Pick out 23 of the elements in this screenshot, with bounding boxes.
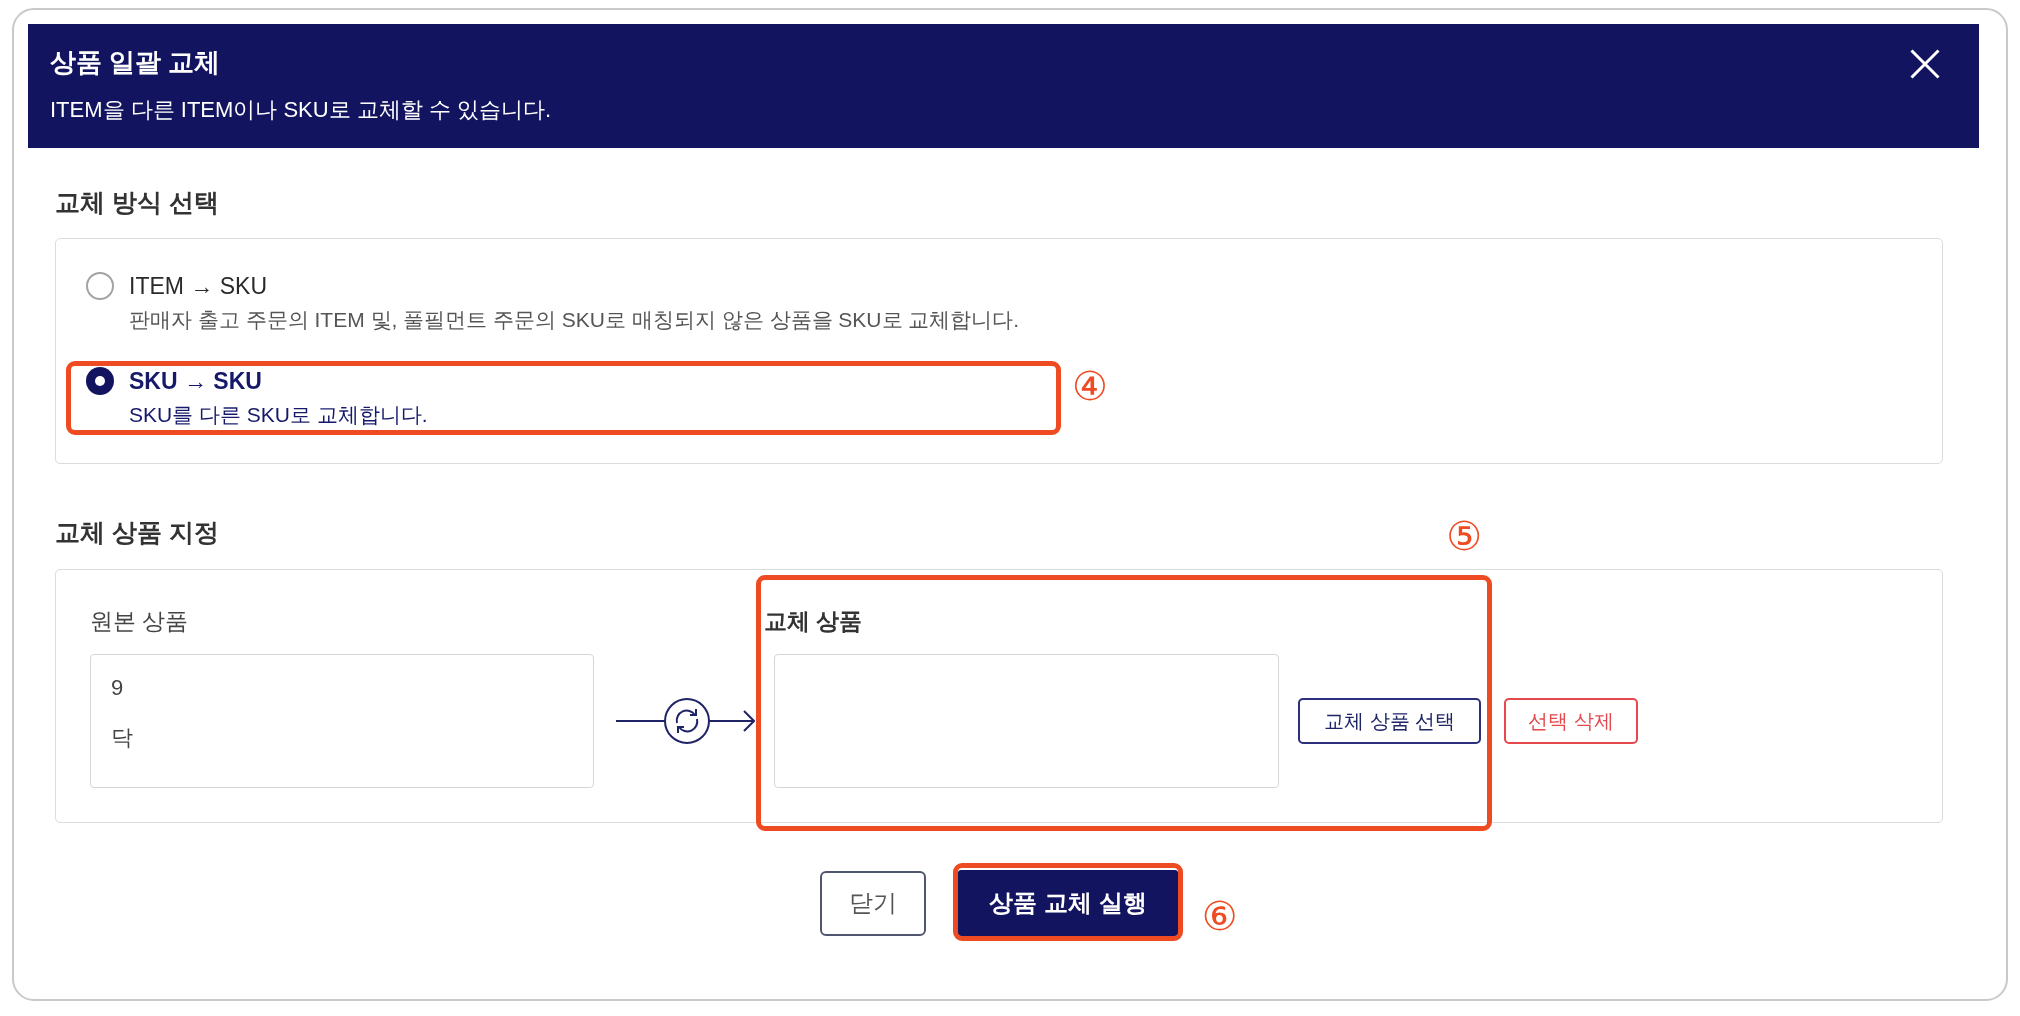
section-heading: 교체 상품 지정 [55,517,219,547]
field-label: 원본 상품 [90,607,189,635]
option-label: ITEM → SKU [129,272,267,301]
close-dialog-button[interactable]: 닫기 [820,870,927,936]
radio-button[interactable] [86,272,114,300]
option-label: SKU → SKU [129,367,262,396]
select-product-button[interactable]: 교체 상품 선택 [1298,698,1482,744]
delete-selection-button[interactable]: 선택 삭제 [1504,698,1638,744]
step-number: ⑥ [1201,896,1238,936]
product-text: 닥 [111,724,133,752]
option-description: SKU를 다른 SKU로 교체합니다. [129,402,428,428]
step-number: ④ [1072,366,1108,406]
sync-icon [664,698,710,744]
dialog-subtitle: ITEM을 다른 ITEM이나 SKU로 교체할 수 있습니다. [50,96,552,124]
dialog-title: 상품 일괄 교체 [50,46,221,78]
product-text: 9 [111,674,124,702]
step-number: ⑤ [1446,516,1482,556]
radio-button[interactable] [86,367,114,395]
close-icon[interactable] [1910,49,1940,79]
section-heading: 교체 방식 선택 [55,187,219,217]
field-label: 교체 상품 [764,607,863,635]
execute-replace-button[interactable]: 상품 교체 실행 [958,870,1178,936]
option-description: 판매자 출고 주문의 ITEM 및, 풀필먼트 주문의 SKU로 매칭되지 않은 상품을 SKU로 교체합니다. [129,307,1020,333]
